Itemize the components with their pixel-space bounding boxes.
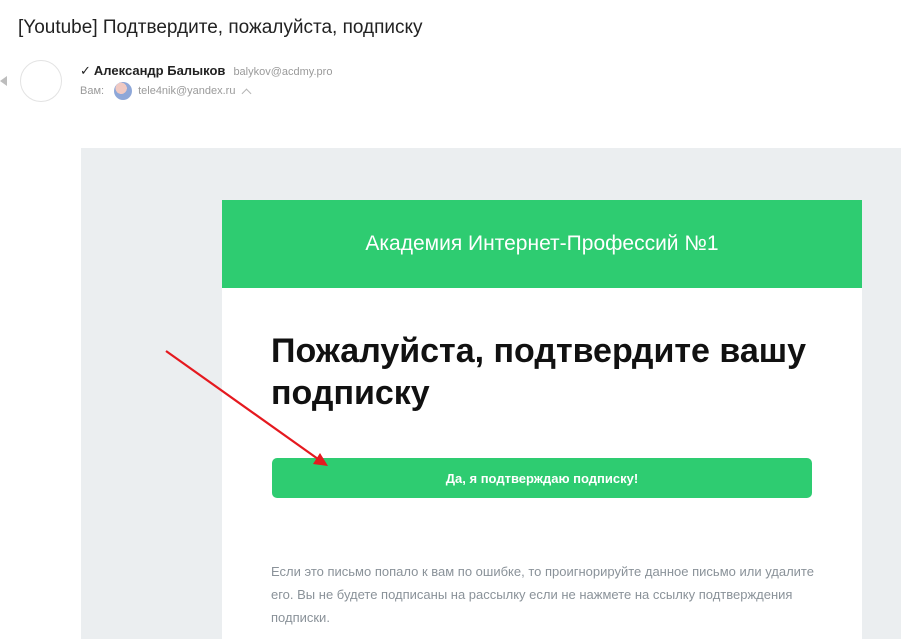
recipient-avatar	[114, 82, 133, 100]
sender-avatar[interactable]	[20, 60, 62, 102]
recipient-email[interactable]: tele4nik@yandex.ru	[138, 85, 235, 97]
from-line: ✓ Александр Балыков balykov@acdmy.pro	[80, 63, 332, 79]
email-card: Академия Интернет-Профессий №1 Пожалуйст…	[222, 200, 862, 639]
email-subject: [Youtube] Подтвердите, пожалуйста, подпи…	[18, 17, 423, 38]
to-line: Вам: tele4nik@yandex.ru	[80, 82, 252, 100]
confirm-button-label: Да, я подтверждаю подписку!	[445, 470, 639, 486]
check-icon: ✓	[80, 63, 91, 78]
confirm-subscription-button[interactable]: Да, я подтверждаю подписку!	[272, 458, 812, 498]
headline: Пожалуйста, подтвердите вашу подписку	[271, 332, 806, 412]
chevron-up-icon[interactable]	[242, 88, 252, 98]
to-label: Вам:	[80, 85, 105, 97]
banner-title: Академия Интернет-Профессий №1	[365, 232, 719, 255]
footer-note: Если это письмо попало к вам по ошибке, …	[271, 564, 814, 625]
collapse-arrow-icon[interactable]	[0, 76, 7, 86]
sender-email[interactable]: balykov@acdmy.pro	[233, 66, 332, 78]
brand-banner: Академия Интернет-Профессий №1	[222, 200, 862, 288]
sender-name[interactable]: Александр Балыков	[94, 63, 226, 78]
